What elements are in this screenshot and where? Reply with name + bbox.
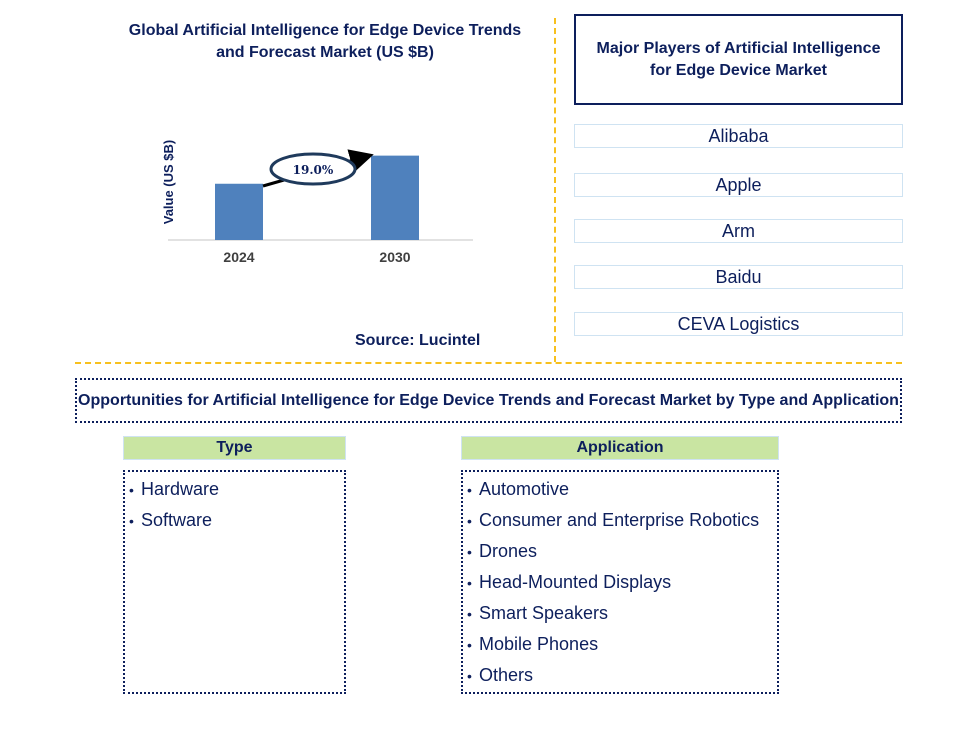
cagr-label: 19.0% (293, 163, 334, 177)
application-header: Application (461, 436, 779, 460)
type-item: • Software (129, 505, 340, 536)
bullet: • (467, 606, 472, 622)
bar-2030 (371, 155, 419, 240)
bullet: • (129, 513, 134, 529)
y-axis-label: Value (US $B) (161, 140, 176, 225)
bullet: • (467, 513, 472, 529)
source-label: Source: Lucintel (355, 332, 481, 349)
bullet: • (467, 482, 472, 498)
bar-chart: Value (US $B) 2024 2030 19.0% (161, 140, 473, 265)
type-list: • Hardware • Software (123, 470, 346, 694)
application-item: • Consumer and Enterprise Robotics (467, 505, 773, 536)
player-item: CEVA Logistics (574, 312, 903, 336)
bullet: • (467, 544, 472, 560)
horizontal-divider (75, 362, 902, 364)
x-tick-label: 2030 (379, 249, 410, 265)
type-header: Type (123, 436, 346, 460)
vertical-divider (554, 18, 556, 362)
players-header: Major Players of Artificial Intelligence… (574, 14, 903, 105)
bullet: • (129, 482, 134, 498)
bullet: • (467, 637, 472, 653)
application-item: • Smart Speakers (467, 598, 773, 629)
player-item: Baidu (574, 265, 903, 289)
bullet: • (467, 668, 472, 684)
x-tick-label: 2024 (223, 249, 254, 265)
bullet: • (467, 575, 472, 591)
application-item: • Others (467, 660, 773, 691)
type-item: • Hardware (129, 474, 340, 505)
application-item: • Mobile Phones (467, 629, 773, 660)
application-item: • Head-Mounted Displays (467, 567, 773, 598)
player-item: Alibaba (574, 124, 903, 148)
chart-title: Global Artificial Intelligence for Edge … (128, 22, 522, 61)
application-list: • Automotive • Consumer and Enterprise Rob… (461, 470, 779, 694)
application-item: • Automotive (467, 474, 773, 505)
application-item: • Drones (467, 536, 773, 567)
player-item: Apple (574, 173, 903, 197)
opportunities-header: Opportunities for Artificial Intelligenc… (75, 378, 902, 423)
player-item: Arm (574, 219, 903, 243)
bar-2024 (215, 183, 263, 240)
